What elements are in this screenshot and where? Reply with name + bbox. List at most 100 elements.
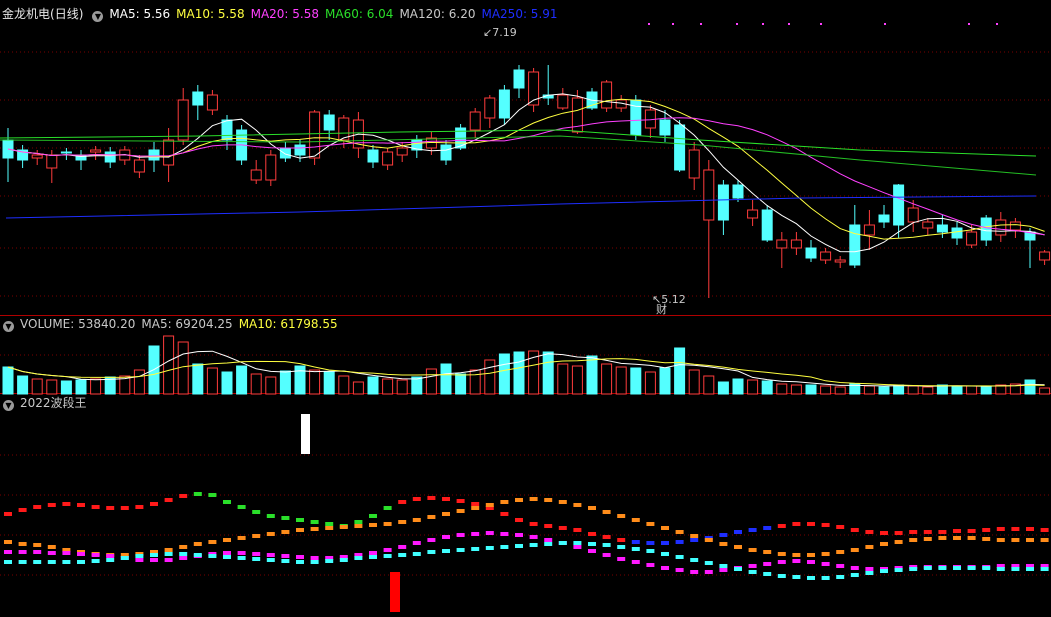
price-indicator-5: MA250: 5.91	[481, 7, 558, 21]
wave-band-dot	[529, 535, 538, 539]
volume-bar	[367, 376, 379, 395]
wave-band-dot	[807, 522, 815, 526]
wave-band-dot	[223, 555, 231, 559]
wave-band-dot	[850, 528, 859, 532]
wave-band-dot	[281, 530, 290, 534]
wave-band-dot	[573, 503, 582, 507]
wave-band-dot	[47, 560, 56, 564]
wave-band-dot	[179, 552, 188, 556]
volume-bar	[323, 371, 335, 395]
wave-band-dot	[850, 548, 859, 552]
wave-band-dot	[208, 554, 217, 558]
wave-band-dot	[792, 553, 801, 557]
volume-bar	[863, 385, 875, 395]
wave-indicator-title[interactable]: 2022波段王	[20, 396, 87, 410]
wave-band-dot	[237, 556, 246, 560]
candlestick	[192, 91, 204, 106]
candlestick	[805, 247, 817, 259]
wave-band-dot	[456, 548, 465, 552]
wave-band-dot	[500, 545, 509, 549]
wave-band-dot	[150, 553, 158, 557]
volume-bar	[279, 370, 291, 395]
price-indicator-1: MA10: 5.58	[176, 7, 245, 21]
wave-band-dot	[77, 560, 85, 564]
wave-band-dot	[529, 522, 538, 526]
candlestick	[382, 151, 394, 166]
volume-bar	[542, 351, 554, 395]
wave-signal-bar	[301, 414, 310, 454]
stock-name[interactable]: 金龙机电	[2, 7, 50, 21]
wave-band-dot	[4, 540, 12, 544]
wave-band-dot	[223, 538, 231, 542]
volume-bar	[46, 379, 58, 395]
volume-bar	[498, 353, 510, 395]
wave-band-dot	[120, 506, 129, 510]
wave-band-dot	[982, 528, 991, 532]
wave-band-dot	[631, 560, 640, 564]
chart-canvas[interactable]: ↙7.19↖5.12财	[0, 0, 1051, 617]
volume-bar	[352, 381, 364, 395]
volume-bar	[907, 385, 919, 395]
volume-bar	[659, 367, 671, 395]
wave-band-dot	[310, 520, 319, 524]
volume-bar	[644, 371, 656, 395]
event-dot	[996, 23, 998, 25]
wave-band-dot	[18, 542, 27, 546]
wave-band-dot	[515, 498, 523, 502]
wave-band-dot	[164, 548, 173, 552]
wave-band-dot	[1026, 527, 1034, 531]
high-price-label: ↙7.19	[483, 26, 517, 39]
wave-band-dot	[909, 530, 918, 534]
wave-band-dot	[120, 556, 129, 560]
wave-band-dot	[310, 527, 319, 531]
wave-band-dot	[281, 559, 290, 563]
wave-band-dot	[442, 549, 450, 553]
candlestick	[688, 149, 700, 179]
wave-band-dot	[456, 509, 465, 513]
dropdown-icon[interactable]: ▼	[3, 321, 14, 332]
candlestick	[279, 147, 291, 159]
wave-band-dot	[296, 518, 304, 522]
wave-band-dot	[631, 547, 640, 551]
volume-bar	[236, 365, 248, 395]
wave-band-dot	[398, 520, 407, 524]
volume-bar	[776, 383, 788, 395]
volume-bar	[1039, 387, 1051, 395]
wave-band-dot	[515, 533, 523, 537]
wave-band-dot	[471, 502, 480, 506]
wave-band-dot	[33, 560, 42, 564]
wave-band-dot	[398, 545, 407, 549]
candlestick	[995, 219, 1007, 236]
wave-band-dot	[704, 538, 713, 542]
wave-band-dot	[602, 535, 611, 539]
wave-band-dot	[704, 570, 713, 574]
wave-band-dot	[106, 554, 115, 558]
dropdown-icon[interactable]: ▼	[3, 400, 14, 411]
wave-band-dot	[164, 498, 173, 502]
wave-band-dot	[310, 560, 319, 564]
volume-bar	[805, 384, 817, 395]
wave-band-dot	[821, 523, 830, 527]
volume-bar	[294, 365, 306, 395]
period-label[interactable]: (日线)	[50, 7, 83, 21]
wave-band-dot	[442, 497, 450, 501]
wave-band-dot	[325, 522, 334, 526]
volume-indicator-list: VOLUME: 53840.20 MA5: 69204.25 MA10: 61798…	[20, 317, 344, 331]
wave-band-dot	[223, 551, 231, 555]
volume-bar	[206, 367, 218, 395]
candlestick	[90, 149, 102, 153]
candlestick	[206, 94, 218, 111]
event-dot	[736, 23, 738, 25]
event-dot	[788, 23, 790, 25]
volume-bar	[732, 378, 744, 395]
wave-band-dot	[485, 531, 494, 535]
wave-band-dot	[237, 536, 246, 540]
dropdown-icon[interactable]: ▼	[92, 11, 104, 22]
wave-band-dot	[675, 568, 684, 572]
wave-band-dot	[412, 552, 421, 556]
wave-band-dot	[661, 526, 669, 530]
wave-band-dot	[719, 564, 728, 568]
wave-band-dot	[631, 518, 640, 522]
volume-bar	[717, 381, 729, 395]
wave-band-dot	[880, 569, 888, 573]
